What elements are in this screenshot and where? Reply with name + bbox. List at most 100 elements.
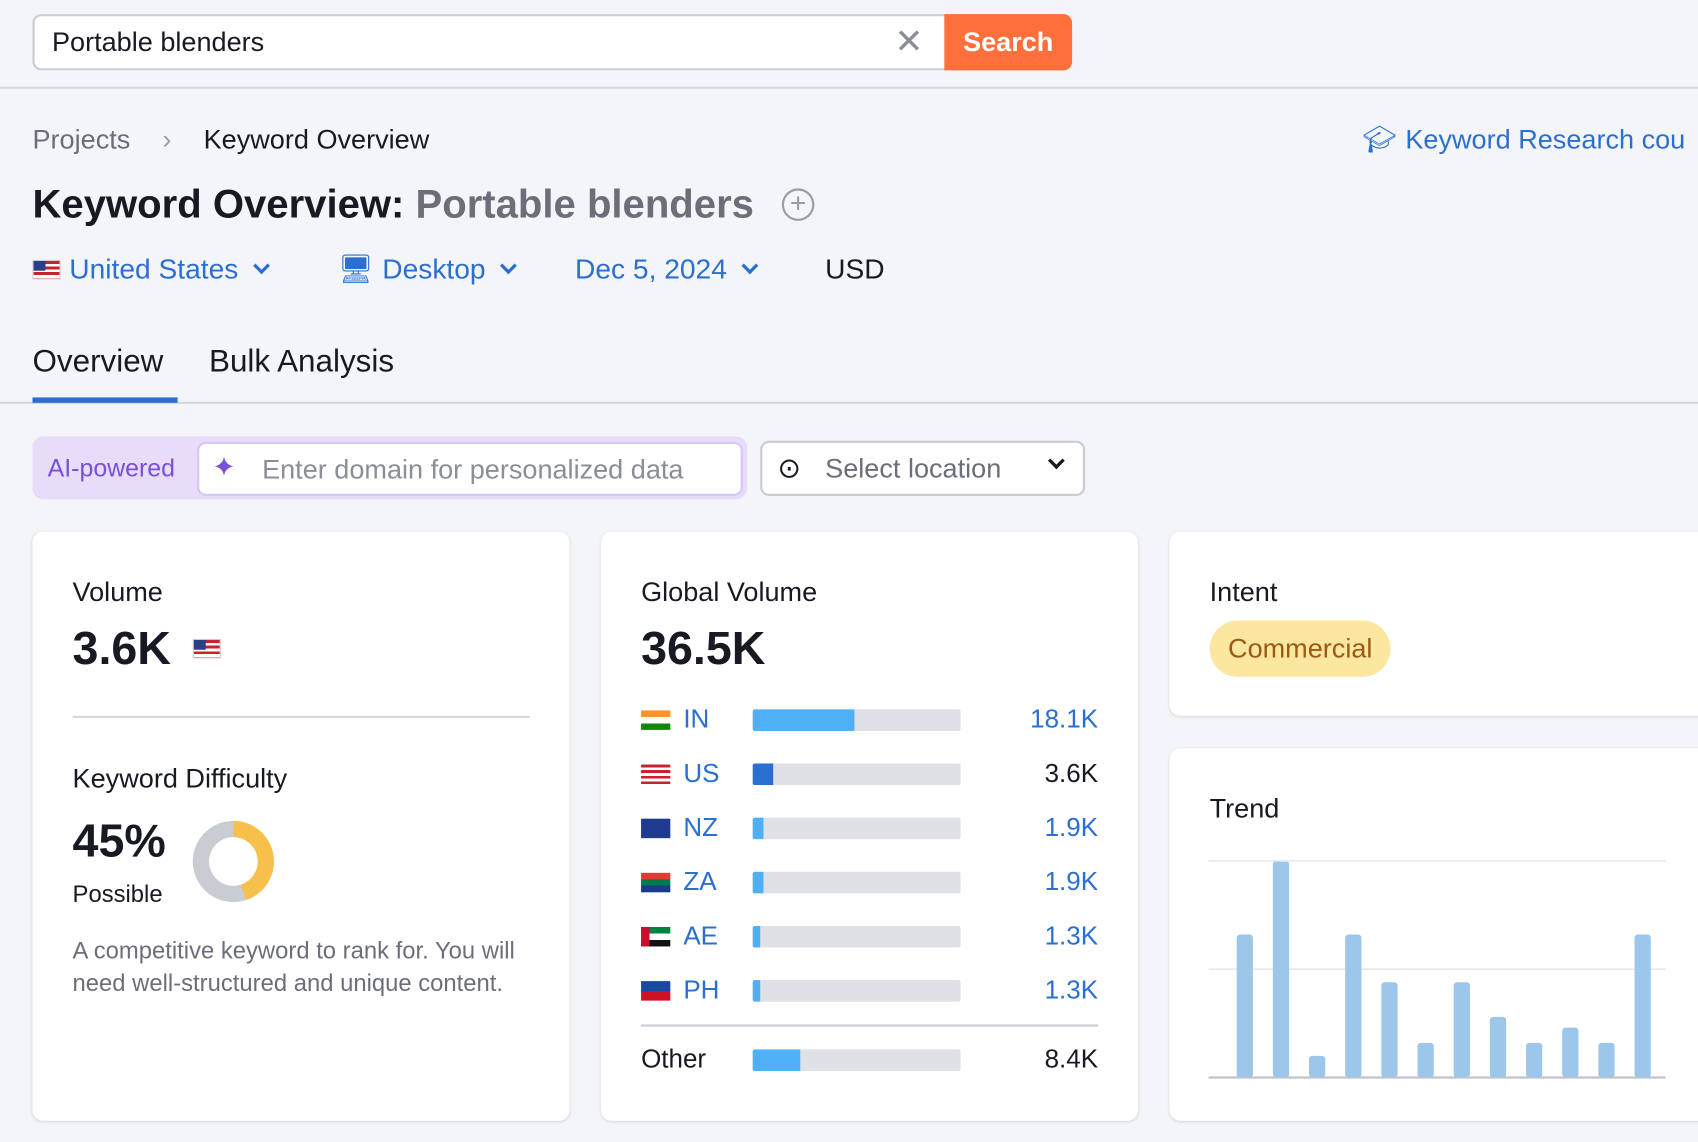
share-fill	[752, 709, 855, 731]
kd-donut	[192, 820, 274, 903]
chevron-right-icon: ›	[162, 124, 172, 155]
share-fill	[752, 763, 774, 786]
divider	[641, 1024, 1099, 1027]
global-volume-value: 36.5K	[641, 622, 766, 675]
chevron-down-icon	[741, 257, 759, 275]
ai-powered-badge: AI-powered	[47, 453, 176, 482]
volume-value: 3.6K	[72, 622, 171, 675]
other-label: Other	[641, 1045, 707, 1075]
share-bar	[752, 1049, 961, 1071]
country-volume[interactable]: 1.9K	[1045, 813, 1098, 843]
domain-input[interactable]: Enter domain for personalized data	[197, 441, 743, 496]
device-label: Desktop	[382, 252, 486, 285]
date-label: Dec 5, 2024	[575, 252, 727, 285]
share-fill	[752, 1049, 801, 1071]
tab-bulk-analysis[interactable]: Bulk Analysis	[209, 344, 394, 380]
nz-flag-icon	[641, 818, 671, 839]
trend-bar[interactable]	[1309, 1055, 1326, 1078]
trend-bar[interactable]	[1236, 934, 1253, 1078]
chevron-down-icon	[253, 257, 271, 275]
date-select[interactable]: Dec 5, 2024	[575, 252, 765, 286]
trend-bar[interactable]	[1489, 1016, 1507, 1078]
trend-bar[interactable]	[1634, 934, 1651, 1078]
divider	[0, 401, 1698, 404]
kd-value: 45%	[72, 815, 166, 868]
trend-bar[interactable]	[1598, 1042, 1615, 1078]
intent-label: Intent	[1209, 577, 1278, 608]
country-code[interactable]: AE	[683, 922, 726, 952]
divider	[72, 715, 530, 718]
tab-overview[interactable]: Overview	[32, 344, 163, 380]
kd-label: Keyword Difficulty	[72, 763, 288, 794]
us-flag-icon	[641, 764, 671, 785]
country-code[interactable]: NZ	[683, 813, 726, 843]
trend-bar[interactable]	[1345, 934, 1362, 1078]
country-label: United States	[69, 252, 239, 285]
trend-label: Trend	[1209, 793, 1280, 825]
country-code[interactable]: US	[683, 759, 726, 789]
share-bar	[752, 980, 961, 1002]
kd-description: A competitive keyword to rank for. You w…	[72, 936, 515, 997]
trend-bar[interactable]	[1562, 1027, 1579, 1078]
share-bar	[752, 709, 961, 731]
in-flag-icon	[641, 710, 671, 730]
graduation-cap-icon: 🎓︎	[1362, 124, 1397, 155]
title-prefix: Keyword Overview:	[32, 181, 405, 227]
active-tab-indicator	[32, 397, 178, 403]
search-input[interactable]: Portable blenders	[32, 14, 947, 71]
trend-bar[interactable]	[1453, 982, 1470, 1078]
ae-flag-icon	[641, 926, 671, 947]
ph-flag-icon	[641, 981, 671, 1001]
us-flag-icon	[32, 259, 61, 279]
device-select[interactable]: 🖥︎ Desktop	[338, 252, 524, 286]
trend-bar[interactable]	[1272, 860, 1290, 1078]
currency: USD	[825, 252, 885, 285]
country-row-us: US 3.6K	[641, 758, 1098, 790]
trend-bar[interactable]	[1381, 982, 1398, 1078]
other-value: 8.4K	[1044, 1045, 1099, 1075]
course-link[interactable]: 🎓︎ Keyword Research cou	[1362, 125, 1685, 156]
country-code[interactable]: ZA	[683, 867, 726, 897]
search-button[interactable]: Search	[944, 14, 1073, 71]
country-row-other: Other 8.4K	[641, 1044, 1098, 1076]
country-code[interactable]: IN	[683, 705, 726, 735]
location-select[interactable]: Select location	[760, 440, 1086, 496]
country-row-za: ZA 1.9K	[641, 866, 1098, 898]
country-select[interactable]: United States	[32, 252, 276, 286]
country-row-nz: NZ 1.9K	[641, 812, 1098, 844]
intent-badge: Commercial	[1209, 620, 1391, 677]
share-fill	[752, 980, 760, 1002]
country-row-ph: PH 1.3K	[641, 975, 1098, 1007]
country-volume[interactable]: 1.3K	[1045, 922, 1098, 952]
sparkle-icon: ✦	[212, 450, 236, 483]
share-bar	[752, 925, 961, 948]
share-bar	[752, 871, 961, 894]
country-volume[interactable]: 1.9K	[1045, 867, 1098, 897]
breadcrumb-projects[interactable]: Projects	[32, 125, 130, 156]
trend-chart	[1208, 860, 1666, 1079]
share-bar	[752, 817, 961, 840]
share-fill	[752, 925, 760, 948]
kd-level: Possible	[72, 880, 163, 908]
country-volume: 3.6K	[1044, 759, 1099, 789]
desktop-icon: 🖥︎	[337, 252, 374, 285]
trend-bar[interactable]	[1526, 1042, 1543, 1078]
chevron-down-icon	[500, 257, 518, 275]
global-volume-label: Global Volume	[641, 577, 818, 608]
country-volume[interactable]: 1.3K	[1045, 976, 1098, 1006]
title-keyword: Portable blenders	[415, 181, 754, 227]
clear-icon[interactable]: ✕	[894, 24, 923, 59]
za-flag-icon	[641, 872, 671, 893]
share-fill	[752, 817, 764, 840]
volume-label: Volume	[72, 577, 163, 608]
location-pin-icon: ⊙	[777, 451, 802, 485]
add-keyword-icon[interactable]: +	[781, 188, 815, 221]
share-fill	[752, 871, 764, 894]
country-row-in: IN 18.1K	[641, 704, 1098, 736]
trend-bar[interactable]	[1417, 1042, 1434, 1078]
country-volume[interactable]: 18.1K	[1030, 705, 1098, 735]
us-flag-icon	[192, 638, 221, 659]
page-title: Keyword Overview: Portable blenders	[32, 182, 753, 227]
course-link-label: Keyword Research cou	[1405, 124, 1686, 155]
country-code[interactable]: PH	[683, 976, 726, 1006]
